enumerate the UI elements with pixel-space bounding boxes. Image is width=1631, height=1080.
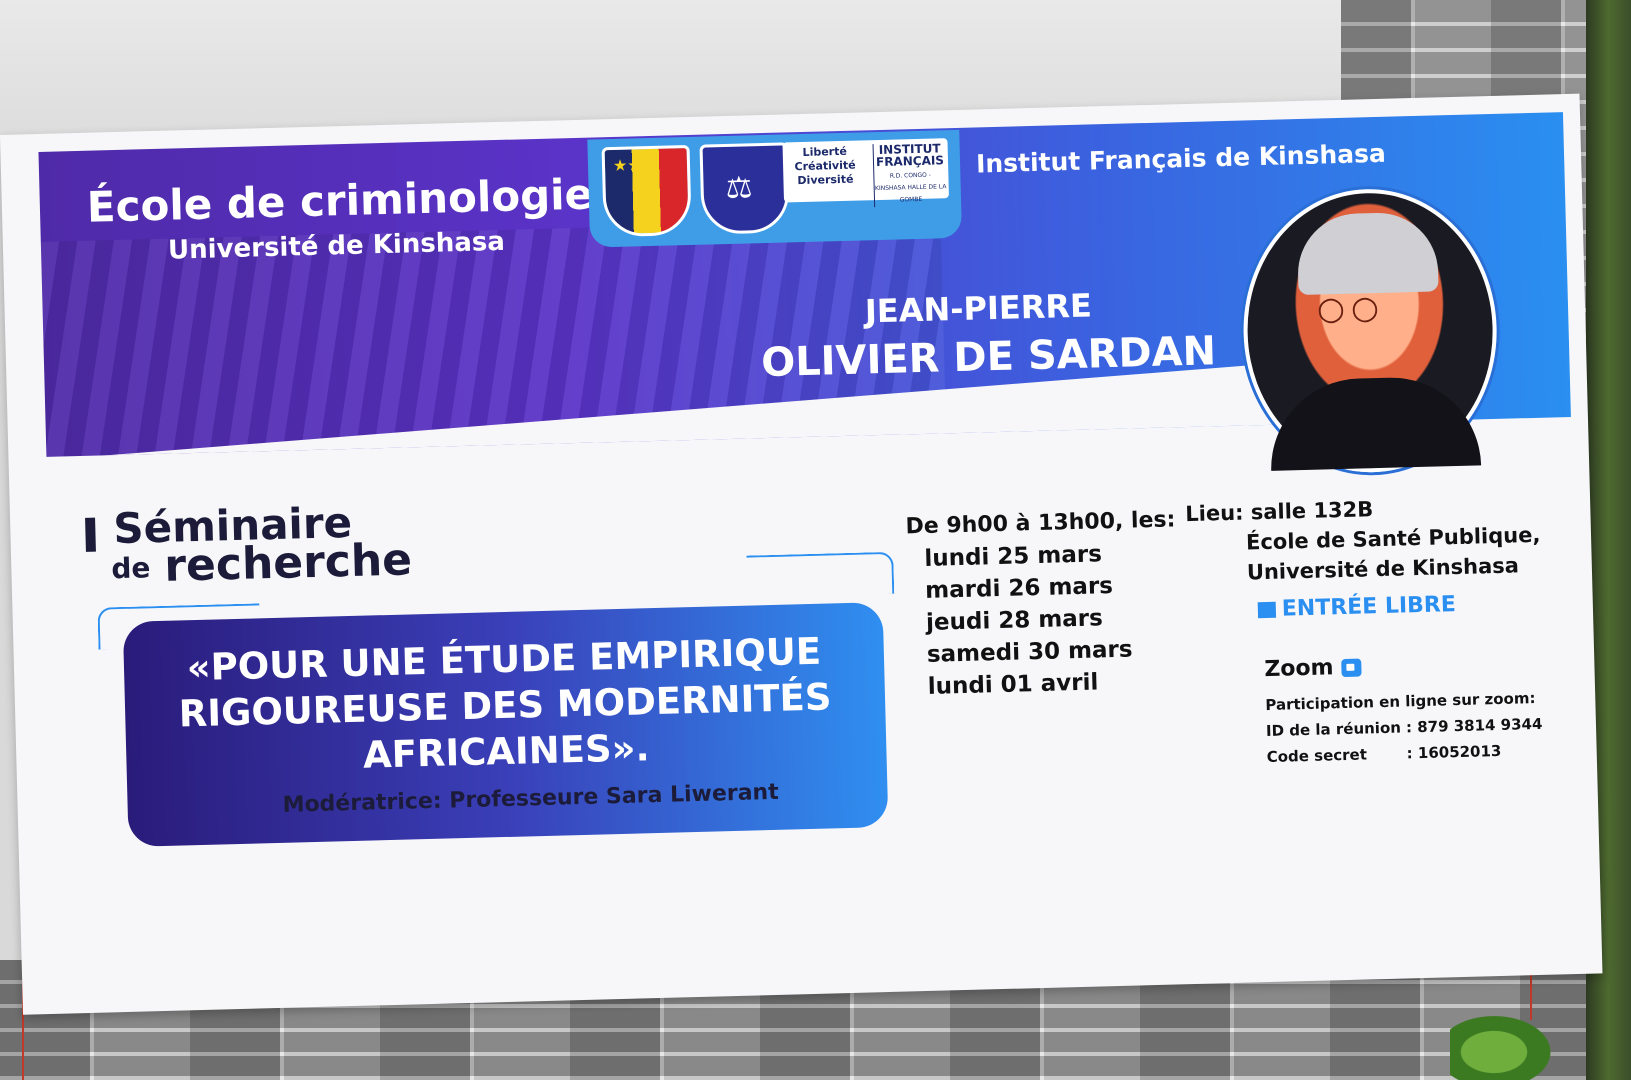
decor-line [746,551,895,598]
zoom-heading: Zoom [1264,655,1362,683]
institut-francais-wordmark: INSTITUT FRANÇAIS R.D. CONGO - KINSHASA … [872,141,948,208]
free-entry-label: ENTRÉE LIBRE [1281,592,1457,622]
crest-icon: ★★ [601,144,692,238]
scale-icon: ⚖ [725,170,754,207]
free-entry: ENTRÉE LIBRE [1257,592,1457,622]
square-bullet-icon [1257,601,1277,619]
schedule: De 9h00 à 13h00, les: lundi 25 mars mard… [905,504,1180,703]
motto: Liberté Créativité Diversité [785,144,866,188]
schedule-date: lundi 01 avril [927,669,1099,700]
star-icon: ★★ [612,155,642,175]
zoom-label: Zoom [1264,655,1334,683]
plant [1450,1010,1560,1080]
portrait-hair [1296,211,1439,296]
motto-line: Diversité [797,172,854,188]
glasses-icon: ○○ [1316,287,1386,328]
zoom-code-value: : 16052013 [1406,741,1502,763]
portrait-shirt [1268,375,1482,471]
justice-scale-icon: ⚖ [699,142,790,235]
speaker-first-name: JEAN-PIERRE [864,286,1093,331]
zoom-id-label: ID de la réunion [1265,718,1402,741]
seminar-recherche: recherche [163,534,413,592]
seminar-banner: École de criminologie Université de Kins… [0,93,1603,1015]
zoom-id-value: : 879 3814 9344 [1405,714,1543,737]
logo-panel: ★★ ⚖ Liberté Créativité Diversité INSTIT… [587,129,963,248]
zoom-camera-icon [1341,658,1362,678]
seminar-de: de [110,551,151,586]
zoom-code-label: Code secret [1266,745,1368,767]
zoom-info: Participation en ligne sur zoom: ID de l… [1265,685,1543,770]
wordmark-small: R.D. CONGO - KINSHASA HALLE DE LA GOMBE [874,171,947,204]
venue: Lieu: salle 132B École de Santé Publique… [1185,490,1542,589]
seminar-bar [85,517,96,552]
wordmark-line: FRANÇAIS [875,153,945,170]
seminar-quote: «POUR UNE ÉTUDE EMPIRIQUE RIGOUREUSE DES… [178,629,833,777]
institut-logo: Liberté Créativité Diversité INSTITUT FR… [782,138,949,208]
